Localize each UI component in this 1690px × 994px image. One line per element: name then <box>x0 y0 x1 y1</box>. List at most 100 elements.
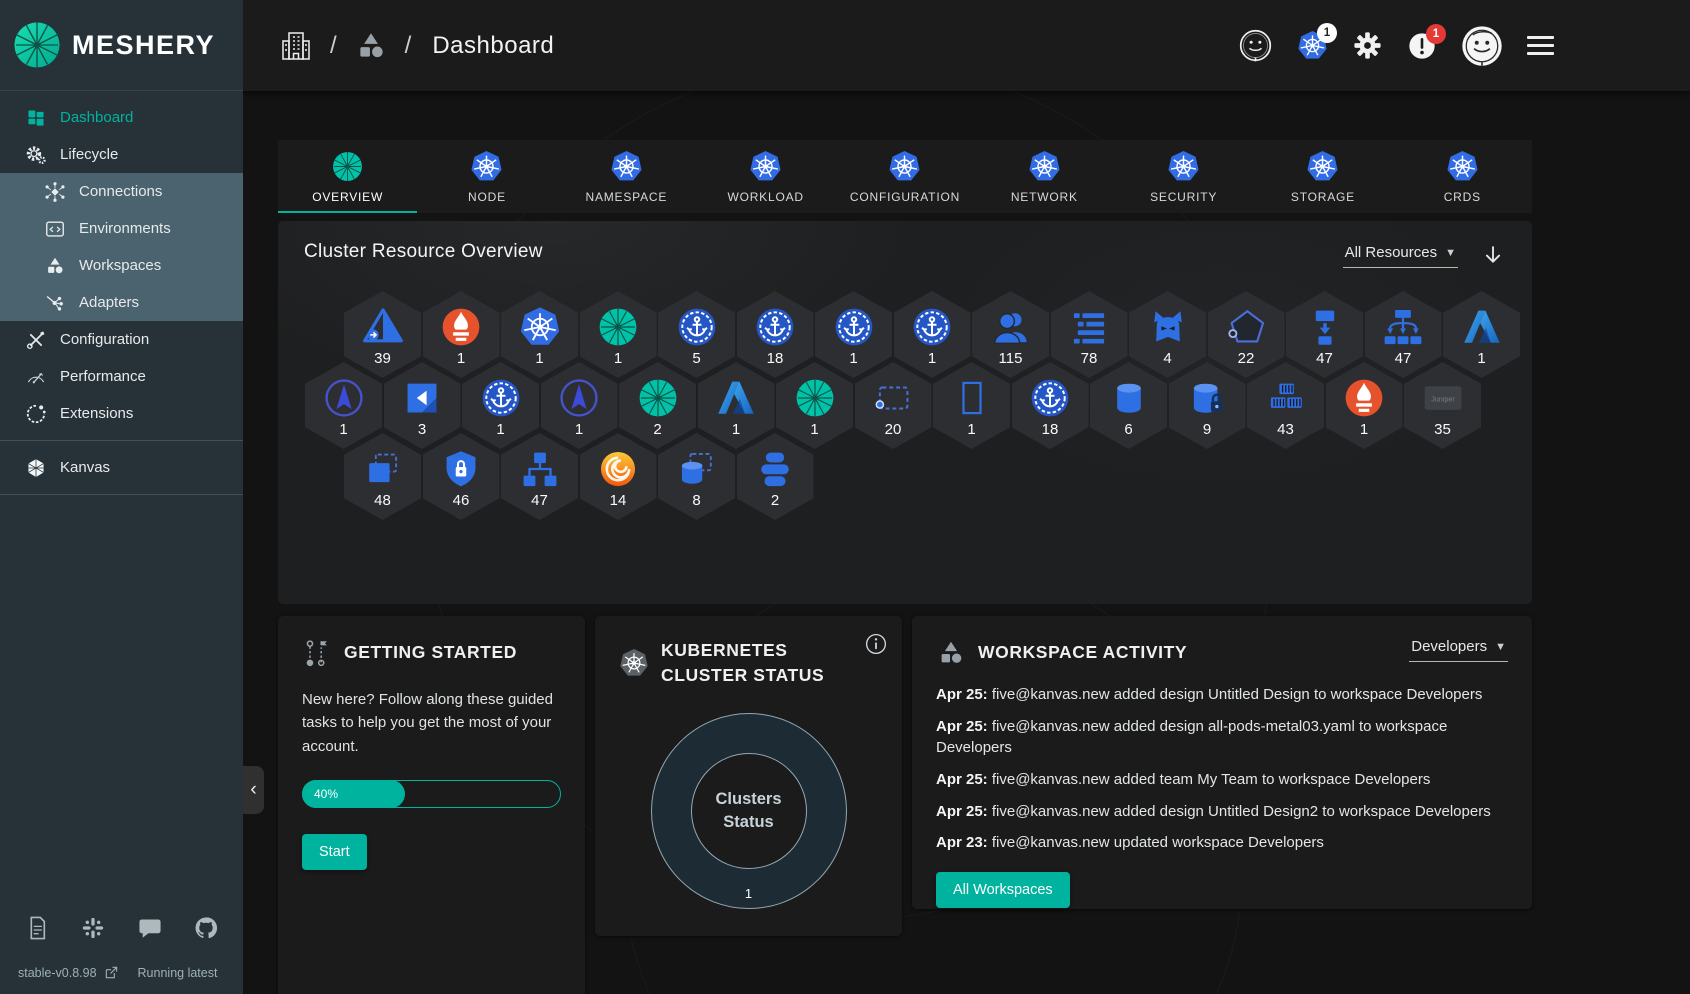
notification-count-badge: 1 <box>1426 23 1446 44</box>
sidebar-item-dashboard[interactable]: Dashboard <box>0 99 243 136</box>
chevron-down-icon: ▼ <box>1445 246 1456 259</box>
docs-icon[interactable] <box>24 915 50 941</box>
card-title: WORKSPACE ACTIVITY <box>978 642 1188 663</box>
settings-button[interactable] <box>1352 30 1383 61</box>
resource-count: 48 <box>374 491 391 509</box>
info-icon[interactable] <box>864 632 888 656</box>
resource-count: 1 <box>967 420 976 438</box>
start-button[interactable]: Start <box>302 833 367 870</box>
sidebar-collapse-handle[interactable]: ‹ <box>243 766 264 814</box>
workspace-filter-value: Developers <box>1411 638 1488 655</box>
tab-namespace[interactable]: NAMESPACE <box>557 140 696 213</box>
resource-count: 1 <box>1359 420 1369 438</box>
tab-workload[interactable]: WORKLOAD <box>696 140 835 213</box>
version-label[interactable]: stable-v0.8.98 <box>18 966 97 980</box>
clusters-status-donut[interactable]: Clusters Status 1 <box>650 712 847 909</box>
donut-center-label: Clusters Status <box>715 790 782 831</box>
sidebar-item-environments[interactable]: Environments <box>0 210 243 247</box>
cylinderlock-icon <box>1186 377 1228 419</box>
github-icon[interactable] <box>193 915 219 941</box>
resource-hex-tile[interactable]: 48 <box>344 433 421 520</box>
tab-label: NAMESPACE <box>585 189 668 204</box>
resource-count: 4 <box>1163 349 1172 367</box>
nav-divider <box>0 494 243 495</box>
sidebar-item-kanvas[interactable]: Kanvas <box>0 449 243 486</box>
panel-title: Cluster Resource Overview <box>304 241 543 262</box>
tab-configuration[interactable]: CONFIGURATION <box>835 140 974 213</box>
kubernetes-icon <box>1306 150 1339 183</box>
gear-icon <box>1352 30 1383 61</box>
chat-icon[interactable] <box>137 915 163 941</box>
main-area: ‹ / / Dashboard 1 1 OVERVIEW NODE NAMESP… <box>243 0 1690 994</box>
sidebar-item-extensions[interactable]: Extensions <box>0 395 243 432</box>
resource-hex-tile[interactable]: 8 <box>658 433 735 520</box>
tab-node[interactable]: NODE <box>417 140 556 213</box>
tab-security[interactable]: SECURITY <box>1114 140 1253 213</box>
sidebar-item-configuration[interactable]: Configuration <box>0 321 243 358</box>
activity-item: Apr 25: five@kanvas.new added design all… <box>936 717 1448 757</box>
tab-label: OVERVIEW <box>312 189 384 204</box>
notifications-button[interactable]: 1 <box>1407 23 1446 61</box>
resource-hex-tile[interactable]: 2 <box>736 433 814 520</box>
meshery-icon <box>794 377 836 419</box>
juniper-icon: Juniper <box>1422 377 1464 419</box>
resource-count: 35 <box>1434 420 1451 438</box>
all-workspaces-button[interactable]: All Workspaces <box>936 872 1070 909</box>
cluster-status-card: KUBERNETES CLUSTER STATUS Clusters Statu… <box>595 616 902 936</box>
stack-icon <box>754 448 796 490</box>
tab-label: NETWORK <box>1010 189 1078 204</box>
daemonset-icon <box>1147 306 1189 348</box>
resource-hex-tile[interactable]: 47 <box>501 433 578 520</box>
tree-icon <box>519 448 561 490</box>
page-title: Dashboard <box>432 31 555 59</box>
sidebar-item-label: Configuration <box>60 331 150 348</box>
resource-count: 6 <box>1124 420 1133 438</box>
progress-label: 40% <box>314 786 339 801</box>
sidebar-item-performance[interactable]: Performance <box>0 358 243 395</box>
breadcrumb-separator: / <box>330 31 337 59</box>
tab-network[interactable]: NETWORK <box>975 140 1114 213</box>
user-avatar-button[interactable] <box>1461 25 1503 67</box>
dashboard-grid-icon <box>25 107 47 129</box>
resource-count: 1 <box>456 349 466 367</box>
download-icon[interactable] <box>1480 243 1506 269</box>
brand-header[interactable]: MESHERY <box>0 0 243 91</box>
resource-count: 20 <box>884 420 902 438</box>
organization-icon[interactable] <box>279 29 313 63</box>
workspace-shapes-icon[interactable] <box>354 29 388 63</box>
resource-count: 43 <box>1277 420 1294 438</box>
slack-icon[interactable] <box>80 915 106 941</box>
menu-button[interactable] <box>1527 36 1554 55</box>
tab-crds[interactable]: CRDS <box>1393 140 1532 213</box>
resource-filter-select[interactable]: All Resources ▼ <box>1342 244 1458 268</box>
progress-fill: 40% <box>302 779 405 808</box>
kubernetes-context-button[interactable]: 1 <box>1297 23 1337 61</box>
sidebar-item-lifecycle[interactable]: Lifecycle <box>0 136 243 173</box>
kubernetes-icon <box>1167 150 1200 183</box>
sidebar-item-label: Adapters <box>79 294 140 311</box>
tab-label: SECURITY <box>1150 189 1218 204</box>
tab-overview[interactable]: OVERVIEW <box>278 140 417 213</box>
resource-hex-tile[interactable]: 14 <box>579 433 657 520</box>
kubernetes-icon <box>888 150 921 183</box>
sidebar-item-adapters[interactable]: Adapters <box>0 284 243 321</box>
workspace-filter-select[interactable]: Developers ▼ <box>1409 638 1508 662</box>
layers-icon <box>362 448 404 490</box>
resource-count: 1 <box>927 349 937 367</box>
resource-count: 78 <box>1080 349 1098 367</box>
tab-storage[interactable]: STORAGE <box>1253 140 1392 213</box>
meshery-cloud-button[interactable] <box>1238 28 1273 63</box>
getting-started-text: New here? Follow along these guided task… <box>302 691 553 755</box>
argo-icon <box>323 377 365 419</box>
argo-icon <box>558 377 600 419</box>
certmanager-icon <box>480 377 522 419</box>
sidebar-item-connections[interactable]: Connections <box>0 173 243 210</box>
resource-hex-tile[interactable]: 46 <box>422 433 500 520</box>
import-icon <box>401 377 443 419</box>
resource-count: 1 <box>731 420 741 438</box>
sidebar-nav: Dashboard Lifecycle Connections Environm… <box>0 91 243 495</box>
external-link-icon[interactable] <box>104 965 119 980</box>
hex-row: 48 46 47 14 8 2 <box>344 433 1506 520</box>
activity-item: Apr 23: five@kanvas.new updated workspac… <box>936 834 1324 852</box>
sidebar-item-workspaces[interactable]: Workspaces <box>0 247 243 284</box>
